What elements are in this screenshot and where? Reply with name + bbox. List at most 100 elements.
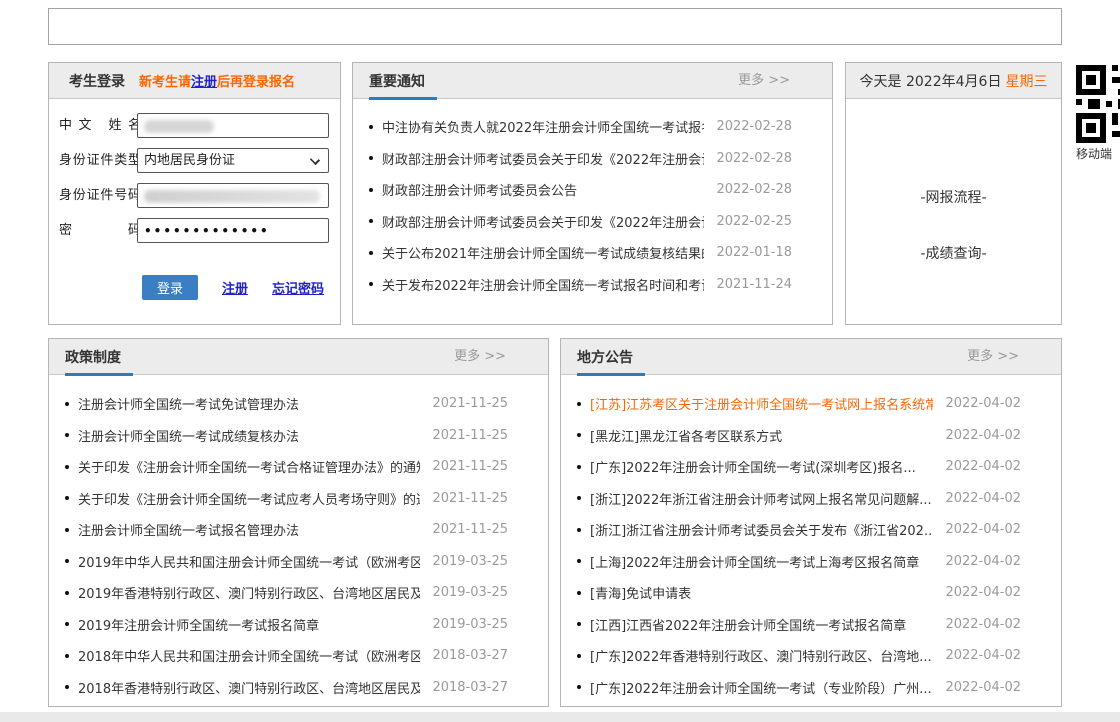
news-link[interactable]: 关于公布2021年注册会计师全国统一考试成绩复核结果的公... bbox=[382, 243, 704, 262]
news-link[interactable]: 财政部注册会计师考试委员会公告 bbox=[382, 180, 704, 199]
news-link[interactable]: [江西]江西省2022年注册会计师全国统一考试报名简章 bbox=[590, 615, 933, 634]
today-weekday: 星期三 bbox=[1005, 74, 1047, 90]
bullet-icon bbox=[577, 402, 581, 406]
notices-title: 重要通知 bbox=[369, 71, 425, 91]
news-date: 2022-01-18 bbox=[716, 245, 792, 260]
list-item: [广东]2022年注册会计师全国统一考试(深圳考区)报名... 2022-04-… bbox=[561, 451, 1061, 483]
news-link[interactable]: [青海]免试申请表 bbox=[590, 583, 933, 602]
list-item: [江西]江西省2022年注册会计师全国统一考试报名简章 2022-04-02 bbox=[561, 609, 1061, 641]
register-inline-link[interactable]: 注册 bbox=[191, 75, 217, 90]
list-item: [浙江]2022年浙江省注册会计师考试网上报名常见问题解... 2022-04-… bbox=[561, 483, 1061, 515]
news-link[interactable]: [浙江]2022年浙江省注册会计师考试网上报名常见问题解... bbox=[590, 489, 933, 508]
news-link[interactable]: 注册会计师全国统一考试成绩复核办法 bbox=[78, 426, 420, 445]
bullet-icon bbox=[577, 622, 581, 626]
name-label: 中文 姓名 bbox=[59, 113, 141, 138]
name-input[interactable] bbox=[137, 113, 329, 138]
list-item: 财政部注册会计师考试委员会公告 2022-02-28 bbox=[353, 174, 832, 206]
news-link[interactable]: 2019年注册会计师全国统一考试报名简章 bbox=[78, 615, 420, 634]
policy-header: 政策制度 更多 >> bbox=[49, 339, 548, 375]
bullet-icon bbox=[65, 654, 69, 658]
news-date: 2021-11-25 bbox=[432, 522, 508, 537]
news-link[interactable]: 中注协有关负责人就2022年注册会计师全国统一考试报名相... bbox=[382, 117, 704, 136]
password-masked-value: ••••••••••••• bbox=[138, 219, 328, 243]
news-date: 2018-03-27 bbox=[432, 680, 508, 695]
list-item: 关于印发《注册会计师全国统一考试合格证管理办法》的通知 2021-11-25 bbox=[49, 451, 548, 483]
list-item: 2019年中华人民共和国注册会计师全国统一考试（欧洲考区... 2019-03-… bbox=[49, 546, 548, 578]
password-row: 密 码 ••••••••••••• bbox=[49, 218, 340, 243]
local-more-link[interactable]: 更多 >> bbox=[967, 339, 1019, 375]
news-link[interactable]: 财政部注册会计师考试委员会关于印发《2022年注册会计师... bbox=[382, 212, 704, 231]
id-type-select[interactable]: 内地居民身份证 bbox=[137, 148, 329, 173]
list-item: 关于发布2022年注册会计师全国统一考试报名时间和考试时... 2021-11-… bbox=[353, 269, 832, 301]
news-link[interactable]: 2018年中华人民共和国注册会计师全国统一考试（欧洲考区... bbox=[78, 646, 420, 665]
local-announcements-panel: 地方公告 更多 >> [江苏]江苏考区关于注册会计师全国统一考试网上报名系统常.… bbox=[560, 338, 1062, 707]
list-item: 财政部注册会计师考试委员会关于印发《2022年注册会计师... 2022-02-… bbox=[353, 143, 832, 175]
id-number-row: 身份证件号码 bbox=[49, 183, 340, 208]
news-link[interactable]: 注册会计师全国统一考试报名管理办法 bbox=[78, 520, 420, 539]
title-underline bbox=[577, 373, 645, 376]
list-item: [广东]2022年注册会计师全国统一考试（专业阶段）广州... 2022-04-… bbox=[561, 672, 1061, 704]
news-date: 2022-04-02 bbox=[945, 585, 1021, 600]
name-row: 中文 姓名 bbox=[49, 113, 340, 138]
bullet-icon bbox=[577, 465, 581, 469]
news-link[interactable]: [广东]2022年香港特别行政区、澳门特别行政区、台湾地... bbox=[590, 646, 933, 665]
bullet-icon bbox=[369, 282, 373, 286]
login-form: 中文 姓名 身份证件类型 内地居民身份证 身份证件号码 密 码 ••••••••… bbox=[49, 99, 340, 324]
news-date: 2022-04-02 bbox=[945, 648, 1021, 663]
news-link[interactable]: 关于发布2022年注册会计师全国统一考试报名时间和考试时... bbox=[382, 275, 704, 294]
id-number-label: 身份证件号码 bbox=[59, 183, 141, 208]
top-banner-box[interactable] bbox=[48, 8, 1062, 45]
policy-more-link[interactable]: 更多 >> bbox=[454, 339, 506, 375]
bullet-icon bbox=[577, 496, 581, 500]
news-link[interactable]: [上海]2022年注册会计师全国统一考试上海考区报名简章 bbox=[590, 552, 933, 571]
bullet-icon bbox=[65, 622, 69, 626]
policy-list: 注册会计师全国统一考试免试管理办法 2021-11-25 注册会计师全国统一考试… bbox=[49, 375, 548, 703]
news-date: 2022-04-02 bbox=[945, 554, 1021, 569]
password-input[interactable]: ••••••••••••• bbox=[137, 218, 329, 243]
bullet-icon bbox=[577, 559, 581, 563]
mobile-qr-block: 移动端 bbox=[1076, 65, 1120, 162]
news-date: 2019-03-25 bbox=[432, 617, 508, 632]
important-notices-panel: 重要通知 更多 >> 中注协有关负责人就2022年注册会计师全国统一考试报名相.… bbox=[352, 62, 833, 325]
news-date: 2022-02-28 bbox=[716, 119, 792, 134]
notices-header: 重要通知 更多 >> bbox=[353, 63, 832, 99]
news-link[interactable]: [黑龙江]黑龙江省各考区联系方式 bbox=[590, 426, 933, 445]
bullet-icon bbox=[369, 251, 373, 255]
list-item: [黑龙江]黑龙江省各考区联系方式 2022-04-02 bbox=[561, 420, 1061, 452]
news-link[interactable]: 关于印发《注册会计师全国统一考试应考人员考场守则》的通知 bbox=[78, 489, 420, 508]
news-link[interactable]: 2019年中华人民共和国注册会计师全国统一考试（欧洲考区... bbox=[78, 552, 420, 571]
news-date: 2022-04-02 bbox=[945, 522, 1021, 537]
login-actions: 登录 注册 忘记密码 bbox=[142, 275, 324, 300]
news-link[interactable]: 2018年香港特别行政区、澳门特别行政区、台湾地区居民及... bbox=[78, 678, 420, 697]
list-item: 2018年香港特别行政区、澳门特别行政区、台湾地区居民及... 2018-03-… bbox=[49, 672, 548, 704]
list-item: 注册会计师全国统一考试报名管理办法 2021-11-25 bbox=[49, 514, 548, 546]
forgot-password-link[interactable]: 忘记密码 bbox=[272, 278, 324, 297]
news-date: 2022-04-02 bbox=[945, 459, 1021, 474]
login-button[interactable]: 登录 bbox=[142, 275, 198, 300]
news-link[interactable]: 关于印发《注册会计师全国统一考试合格证管理办法》的通知 bbox=[78, 457, 420, 476]
news-date: 2019-03-25 bbox=[432, 585, 508, 600]
news-link[interactable]: 财政部注册会计师考试委员会关于印发《2022年注册会计师... bbox=[382, 149, 704, 168]
id-type-row: 身份证件类型 内地居民身份证 bbox=[49, 148, 340, 173]
bullet-icon bbox=[65, 685, 69, 689]
id-type-selected-value: 内地居民身份证 bbox=[138, 149, 328, 172]
news-link[interactable]: [广东]2022年注册会计师全国统一考试（专业阶段）广州... bbox=[590, 678, 933, 697]
bullet-icon bbox=[369, 156, 373, 160]
news-link[interactable]: [江苏]江苏考区关于注册会计师全国统一考试网上报名系统常... bbox=[590, 394, 933, 413]
notices-more-link[interactable]: 更多 >> bbox=[738, 63, 790, 99]
password-label: 密 码 bbox=[59, 218, 141, 243]
register-link[interactable]: 注册 bbox=[222, 278, 248, 297]
quick-link[interactable]: -网报流程- bbox=[846, 187, 1061, 207]
local-list: [江苏]江苏考区关于注册会计师全国统一考试网上报名系统常... 2022-04-… bbox=[561, 375, 1061, 703]
news-link[interactable]: [广东]2022年注册会计师全国统一考试(深圳考区)报名... bbox=[590, 457, 933, 476]
login-panel: 考生登录 新考生请注册后再登录报名 中文 姓名 身份证件类型 内地居民身份证 身… bbox=[48, 62, 341, 325]
policy-title: 政策制度 bbox=[65, 347, 121, 367]
bullet-icon bbox=[65, 433, 69, 437]
id-number-input[interactable] bbox=[137, 183, 329, 208]
news-link[interactable]: 2019年香港特别行政区、澳门特别行政区、台湾地区居民及... bbox=[78, 583, 420, 602]
news-link[interactable]: 注册会计师全国统一考试免试管理办法 bbox=[78, 394, 420, 413]
new-candidate-notice: 新考生请注册后再登录报名 bbox=[139, 71, 295, 90]
news-link[interactable]: [浙江]浙江省注册会计师考试委员会关于发布《浙江省202... bbox=[590, 520, 933, 539]
quick-link[interactable]: -成绩查询- bbox=[846, 243, 1061, 263]
list-item: 注册会计师全国统一考试成绩复核办法 2021-11-25 bbox=[49, 420, 548, 452]
